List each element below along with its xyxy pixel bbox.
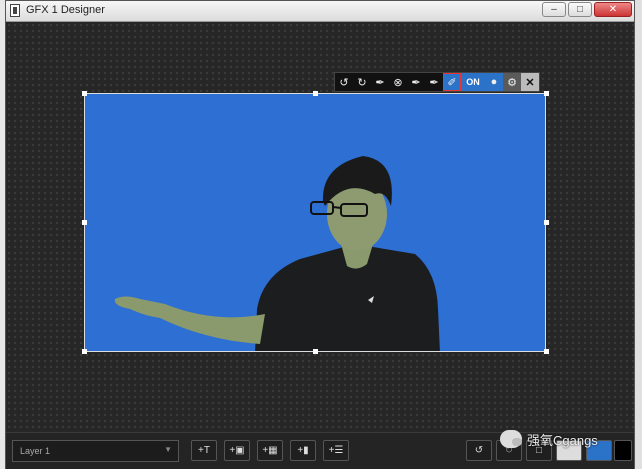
app-icon xyxy=(10,4,20,17)
watermark-text: 强氧Cgangs xyxy=(527,432,598,448)
gear-icon[interactable]: ⚙ xyxy=(503,73,521,91)
minimize-button[interactable]: – xyxy=(542,2,566,17)
window-title: GFX 1 Designer xyxy=(26,4,105,16)
resize-handle[interactable] xyxy=(82,349,87,354)
add-text-button[interactable]: +T xyxy=(191,440,217,461)
resize-handle[interactable] xyxy=(82,220,87,225)
title-bar[interactable]: GFX 1 Designer – □ ✕ xyxy=(6,1,634,22)
user-icon[interactable]: ● xyxy=(485,73,503,91)
chat-logo-icon xyxy=(500,430,522,448)
undo-icon[interactable]: ↺ xyxy=(466,440,492,461)
eyedropper-plus-icon[interactable]: ✒ xyxy=(425,73,443,91)
chevron-down-icon: ▼ xyxy=(164,445,172,454)
resize-handle[interactable] xyxy=(313,349,318,354)
design-canvas[interactable]: ↺ ↻ ✒ ⊗ ✒ ✒ ✐ ON ● ⚙ ✕ xyxy=(6,22,634,432)
close-icon[interactable]: ✕ xyxy=(521,73,539,91)
keyer-pen-icon[interactable]: ✐ xyxy=(443,73,461,91)
add-list-button[interactable]: +☰ xyxy=(323,440,349,461)
rotate-left-icon[interactable]: ↺ xyxy=(335,73,353,91)
video-source[interactable] xyxy=(84,93,546,352)
eyedropper-icon[interactable]: ✒ xyxy=(371,73,389,91)
keyer-on-toggle[interactable]: ON xyxy=(461,73,485,91)
resize-handle[interactable] xyxy=(313,91,318,96)
resize-handle[interactable] xyxy=(82,91,87,96)
layer-dropdown[interactable]: Layer 1 ▼ xyxy=(12,440,179,462)
watermark: 强氧Cgangs xyxy=(500,428,630,450)
eyedropper-minus-icon[interactable]: ✒ xyxy=(407,73,425,91)
rotate-right-icon[interactable]: ↻ xyxy=(353,73,371,91)
add-video-button[interactable]: +▮ xyxy=(290,440,316,461)
designer-window: GFX 1 Designer – □ ✕ ↺ ↻ ✒ ⊗ ✒ ✒ ✐ ON ● … xyxy=(5,0,635,469)
add-image-button[interactable]: +▣ xyxy=(224,440,250,461)
resize-handle[interactable] xyxy=(544,91,549,96)
layer-label: Layer 1 xyxy=(20,446,51,456)
close-button[interactable]: ✕ xyxy=(594,2,632,17)
presenter-image xyxy=(85,94,545,351)
source-toolbar: ↺ ↻ ✒ ⊗ ✒ ✒ ✐ ON ● ⚙ ✕ xyxy=(334,72,540,92)
resize-handle[interactable] xyxy=(544,349,549,354)
clear-icon[interactable]: ⊗ xyxy=(389,73,407,91)
window-controls: – □ ✕ xyxy=(542,2,632,17)
maximize-button[interactable]: □ xyxy=(568,2,592,17)
add-media-button[interactable]: +▦ xyxy=(257,440,283,461)
resize-handle[interactable] xyxy=(544,220,549,225)
